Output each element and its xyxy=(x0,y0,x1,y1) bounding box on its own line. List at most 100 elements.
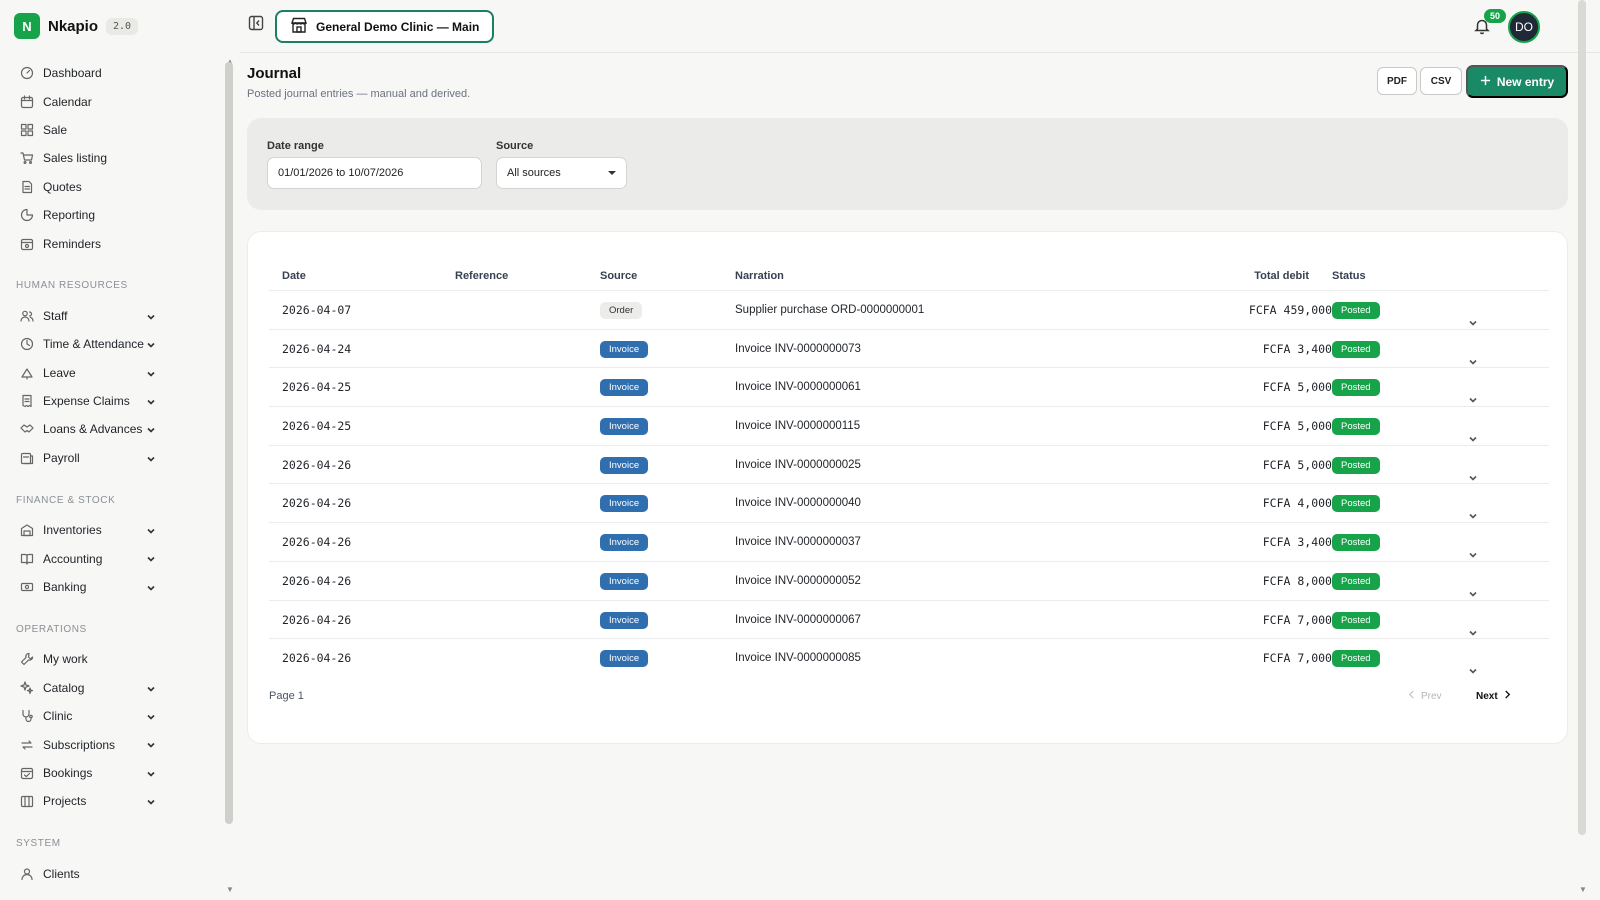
topbar: General Demo Clinic — Main 50 DO xyxy=(240,0,1600,53)
source-tag: Invoice xyxy=(600,495,649,513)
sidebar-item-quotes[interactable]: Quotes xyxy=(0,173,228,201)
sidebar-item-dashboard[interactable]: Dashboard xyxy=(0,59,228,87)
avatar[interactable]: DO xyxy=(1508,11,1540,43)
clinic-selector-button[interactable]: General Demo Clinic — Main xyxy=(275,10,495,43)
sidebar-item-clinic[interactable]: Clinic xyxy=(0,702,228,730)
expand-row-chevron-icon[interactable] xyxy=(1468,538,1478,558)
chevron-down-icon[interactable] xyxy=(146,525,156,535)
row-source: Invoice xyxy=(600,379,649,397)
chevron-down-icon[interactable] xyxy=(146,368,156,378)
col-date[interactable]: Date xyxy=(282,260,306,293)
sidebar-toggle-icon[interactable] xyxy=(248,15,264,31)
chevron-down-icon[interactable] xyxy=(146,768,156,778)
chevron-down-icon[interactable] xyxy=(146,582,156,592)
sidebar-item-sale[interactable]: Sale xyxy=(0,116,228,144)
sidebar-item-reporting[interactable]: Reporting xyxy=(0,201,228,229)
col-narration[interactable]: Narration xyxy=(735,260,784,293)
source-tag: Invoice xyxy=(600,611,649,629)
table-row[interactable]: 2026-04-26 Invoice Invoice INV-0000000040 F… xyxy=(269,483,1549,522)
row-date: 2026-04-26 xyxy=(282,535,352,550)
main-scroll-down[interactable]: ▼ xyxy=(1579,885,1587,894)
table-row[interactable]: 2026-04-25 Invoice Invoice INV-0000000061 F… xyxy=(269,367,1549,406)
chevron-down-icon[interactable] xyxy=(146,311,156,321)
prev-page-button[interactable]: Prev xyxy=(1408,690,1442,702)
table-row[interactable]: 2026-04-24 Invoice Invoice INV-0000000073 F… xyxy=(269,328,1549,368)
sidebar-item-bookings[interactable]: Bookings xyxy=(0,759,228,787)
expand-row-chevron-icon[interactable] xyxy=(1468,616,1478,636)
chevron-down-icon[interactable] xyxy=(146,739,156,749)
expand-row-chevron-icon[interactable] xyxy=(1468,654,1478,674)
chevron-down-icon[interactable] xyxy=(146,553,156,563)
row-date: 2026-04-07 xyxy=(282,303,352,317)
sidebar-item-leave[interactable]: Leave xyxy=(0,359,228,387)
sidebar-item-accounting[interactable]: Accounting xyxy=(0,544,228,572)
sidebar-item-inventories[interactable]: Inventories xyxy=(0,516,228,544)
row-status: Posted xyxy=(1332,379,1380,397)
sidebar-scrollbar[interactable] xyxy=(225,62,233,824)
sidebar-item-staff[interactable]: Staff xyxy=(0,302,228,330)
calendar-check-icon xyxy=(20,766,34,780)
sidebar-item-subscriptions[interactable]: Subscriptions xyxy=(0,730,228,758)
table-row[interactable]: 2026-04-07 Order Supplier purchase ORD-000… xyxy=(269,290,1549,329)
source-tag: Invoice xyxy=(600,650,649,668)
table-row[interactable]: 2026-04-26 Invoice Invoice INV-0000000067 F… xyxy=(269,599,1549,639)
row-status: Posted xyxy=(1332,456,1380,474)
sidebar-item-clients[interactable]: Clients xyxy=(0,860,228,888)
projects-icon xyxy=(20,794,34,808)
expand-row-chevron-icon[interactable] xyxy=(1468,383,1478,404)
brand-logo: N xyxy=(14,13,40,39)
export-csv-button[interactable]: CSV xyxy=(1420,67,1462,95)
sidebar-section-system: SYSTEM xyxy=(16,838,61,850)
col-reference[interactable]: Reference xyxy=(455,260,508,293)
sidebar-item-expense-claims[interactable]: Expense Claims xyxy=(0,387,228,415)
sidebar-item-time-and-attendance[interactable]: Time & Attendance xyxy=(0,330,228,358)
expand-row-chevron-icon[interactable] xyxy=(1468,345,1478,365)
table-row[interactable]: 2026-04-26 Invoice Invoice INV-0000000037 F… xyxy=(269,522,1549,561)
col-source[interactable]: Source xyxy=(600,260,637,293)
main-scrollbar[interactable] xyxy=(1578,0,1586,835)
table-row[interactable]: 2026-04-25 Invoice Invoice INV-0000000115 F… xyxy=(269,406,1549,445)
source-select[interactable]: All sources xyxy=(496,157,627,189)
row-narration: Invoice INV-0000000040 xyxy=(735,497,861,510)
sidebar-section-human-resources: HUMAN RESOURCES xyxy=(16,280,128,292)
expand-row-chevron-icon[interactable] xyxy=(1468,306,1478,326)
chevron-down-icon[interactable] xyxy=(146,683,156,693)
table-row[interactable]: 2026-04-26 Invoice Invoice INV-0000000085 F… xyxy=(269,638,1549,677)
date-range-input[interactable]: 01/01/2026 to 10/07/2026 xyxy=(267,157,482,189)
expand-row-chevron-icon[interactable] xyxy=(1468,577,1478,597)
sidebar-item-reminders[interactable]: Reminders xyxy=(0,229,228,257)
brand[interactable]: N Nkapio 2.0 xyxy=(14,13,139,39)
sidebar-item-projects[interactable]: Projects xyxy=(0,787,228,815)
expand-row-chevron-icon[interactable] xyxy=(1468,461,1478,481)
expand-row-chevron-icon[interactable] xyxy=(1468,422,1478,442)
sidebar-item-loans-and-advances[interactable]: Loans & Advances xyxy=(0,415,228,443)
chevron-down-icon[interactable] xyxy=(146,796,156,806)
sidebar-scroll-down[interactable]: ▼ xyxy=(226,885,234,894)
sidebar-item-label: Bookings xyxy=(43,766,93,780)
sidebar-item-my-work[interactable]: My work xyxy=(0,645,228,673)
sidebar-item-catalog[interactable]: Catalog xyxy=(0,674,228,702)
table-row[interactable]: 2026-04-26 Invoice Invoice INV-0000000025 F… xyxy=(269,444,1549,484)
chevron-down-icon[interactable] xyxy=(146,339,156,349)
page-subtitle: Posted journal entries — manual and deri… xyxy=(247,88,471,100)
sidebar-item-payroll[interactable]: Payroll xyxy=(0,444,228,472)
sidebar-item-sales-listing[interactable]: Sales listing xyxy=(0,144,228,172)
chevron-down-icon[interactable] xyxy=(146,424,156,434)
next-page-button[interactable]: Next xyxy=(1476,690,1511,702)
sidebar-item-label: Loans & Advances xyxy=(43,422,143,437)
col-status[interactable]: Status xyxy=(1332,260,1366,293)
sidebar-item-banking[interactable]: Banking xyxy=(0,573,228,601)
sidebar-nav: Dashboard Calendar Sale Sales listing Quotes… xyxy=(0,59,228,888)
export-pdf-button[interactable]: PDF xyxy=(1377,67,1417,95)
filters-panel: Date range 01/01/2026 to 10/07/2026 Sour… xyxy=(247,118,1568,210)
chevron-down-icon[interactable] xyxy=(146,453,156,463)
chevron-down-icon[interactable] xyxy=(146,396,156,406)
expand-row-chevron-icon[interactable] xyxy=(1468,499,1478,520)
col-total-debit[interactable]: Total debit xyxy=(1254,260,1309,293)
document-icon xyxy=(20,180,34,194)
sidebar-item-calendar[interactable]: Calendar xyxy=(0,87,228,115)
chevron-down-icon[interactable] xyxy=(146,711,156,721)
new-entry-button[interactable]: New entry xyxy=(1466,65,1568,98)
table-row[interactable]: 2026-04-26 Invoice Invoice INV-0000000052 F… xyxy=(269,560,1549,600)
status-badge: Posted xyxy=(1332,611,1380,629)
